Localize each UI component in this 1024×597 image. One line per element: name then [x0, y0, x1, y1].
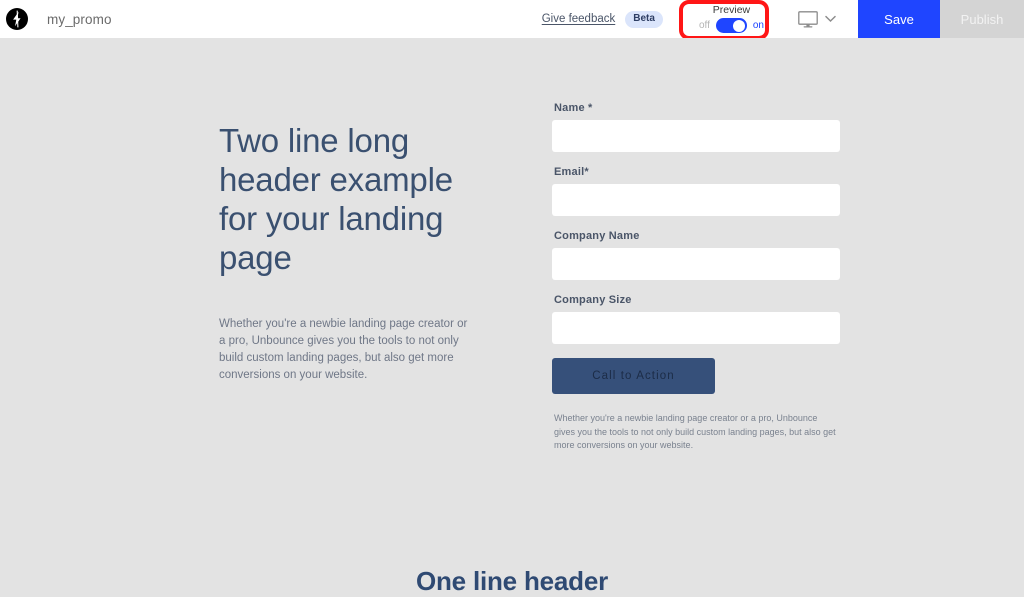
form-field-name: Name *	[552, 102, 840, 152]
device-view-selector[interactable]	[798, 10, 836, 28]
company-size-input[interactable]	[552, 312, 840, 344]
preview-toggle-group[interactable]: Preview off on	[687, 3, 776, 35]
publish-button: Publish	[940, 0, 1024, 38]
desktop-monitor-icon	[798, 10, 818, 27]
document-title: my_promo	[47, 11, 112, 27]
email-input[interactable]	[552, 184, 840, 216]
unbounce-logo-icon[interactable]	[4, 6, 30, 32]
hero-paragraph: Whether you're a newbie landing page cre…	[219, 318, 468, 381]
chevron-down-icon	[825, 15, 836, 23]
field-label-company-size: Company Size	[554, 294, 632, 306]
name-input[interactable]	[552, 120, 840, 152]
app-toolbar: my_promo Give feedback Beta Preview off …	[0, 0, 1024, 40]
save-button[interactable]: Save	[858, 0, 940, 38]
form-field-email: Email*	[552, 166, 840, 216]
preview-toggle-switch[interactable]	[715, 18, 747, 33]
bottom-section-heading: One line header	[415, 566, 609, 596]
field-label-company-name: Company Name	[554, 230, 640, 242]
preview-on-label: on	[752, 20, 764, 31]
field-label-name: Name *	[554, 102, 593, 114]
hero-heading: Two line long header example for your la…	[219, 122, 453, 276]
lead-capture-form: Name * Email* Company Name Company Size …	[552, 102, 840, 453]
call-to-action-button[interactable]: Call to Action	[552, 358, 715, 394]
preview-label: Preview	[712, 4, 751, 16]
form-field-company-size: Company Size	[552, 294, 840, 344]
landing-page-canvas: Two line long header example for your la…	[0, 38, 1024, 596]
form-footnote: Whether you're a newbie landing page cre…	[554, 413, 836, 450]
beta-badge: Beta	[625, 10, 663, 28]
preview-toggle-row: off on	[699, 18, 764, 33]
field-label-email: Email*	[554, 166, 589, 178]
preview-off-label: off	[698, 20, 710, 31]
toggle-knob	[733, 19, 746, 32]
give-feedback-link[interactable]: Give feedback	[542, 13, 616, 25]
company-name-input[interactable]	[552, 248, 840, 280]
form-field-company-name: Company Name	[552, 230, 840, 280]
